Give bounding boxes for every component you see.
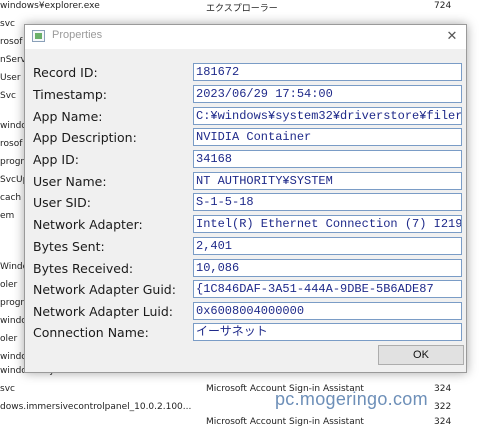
field-value[interactable]: {1C846DAF-3A51-444A-9DBE-5B6ADE87 bbox=[193, 280, 462, 298]
field-label: Bytes Sent: bbox=[33, 239, 105, 254]
title-bar[interactable]: Properties ✕ bbox=[25, 25, 466, 49]
field-label: User SID: bbox=[33, 195, 91, 210]
field-label: Network Adapter Luid: bbox=[33, 304, 174, 319]
field-label: Record ID: bbox=[33, 65, 98, 80]
field-label: Timestamp: bbox=[33, 87, 107, 102]
field-value[interactable]: NT AUTHORITY¥SYSTEM bbox=[193, 172, 462, 190]
watermark: pc.mogeringo.com bbox=[275, 389, 428, 409]
field-value[interactable]: NVIDIA Container bbox=[193, 128, 462, 146]
process-id: 324 bbox=[434, 417, 452, 427]
field-label: App ID: bbox=[33, 152, 79, 167]
field-value[interactable]: 181672 bbox=[193, 63, 462, 81]
field-value[interactable]: C:¥windows¥system32¥driverstore¥filerepc bbox=[193, 107, 462, 125]
field-value[interactable]: 0x6008004000000 bbox=[193, 302, 462, 320]
field-value[interactable]: 2023/06/29 17:54:00 bbox=[193, 85, 462, 103]
window-icon bbox=[32, 30, 45, 42]
field-label: Connection Name: bbox=[33, 325, 149, 340]
field-label: Network Adapter: bbox=[33, 217, 143, 232]
field-label: App Name: bbox=[33, 109, 103, 124]
close-button[interactable]: ✕ bbox=[438, 25, 466, 49]
process-description: Microsoft Account Sign-in Assistant bbox=[206, 417, 364, 427]
properties-dialog: Properties ✕ Record ID: 181672 Timestamp:… bbox=[24, 24, 467, 373]
field-label: Bytes Received: bbox=[33, 261, 134, 276]
field-label: User Name: bbox=[33, 174, 107, 189]
field-value[interactable]: Intel(R) Ethernet Connection (7) I219-V bbox=[193, 215, 462, 233]
process-path: svc bbox=[0, 384, 15, 394]
process-description: エクスプローラー bbox=[206, 4, 278, 14]
field-value[interactable]: S-1-5-18 bbox=[193, 193, 462, 211]
process-path: windows¥explorer.exe bbox=[0, 1, 100, 11]
process-path: dows.immersivecontrolpanel_10.0.2.100... bbox=[0, 402, 192, 412]
dialog-title: Properties bbox=[52, 29, 103, 41]
field-value[interactable]: 34168 bbox=[193, 150, 462, 168]
field-label: Network Adapter Guid: bbox=[33, 282, 176, 297]
field-value[interactable]: 10,086 bbox=[193, 259, 462, 277]
process-id: 324 bbox=[434, 384, 452, 394]
process-id: 322 bbox=[434, 402, 452, 412]
field-value[interactable]: イーサネット bbox=[193, 323, 462, 341]
field-value[interactable]: 2,401 bbox=[193, 237, 462, 255]
process-id: 724 bbox=[434, 1, 452, 11]
field-label: App Description: bbox=[33, 130, 137, 145]
ok-button[interactable]: OK bbox=[378, 345, 464, 365]
